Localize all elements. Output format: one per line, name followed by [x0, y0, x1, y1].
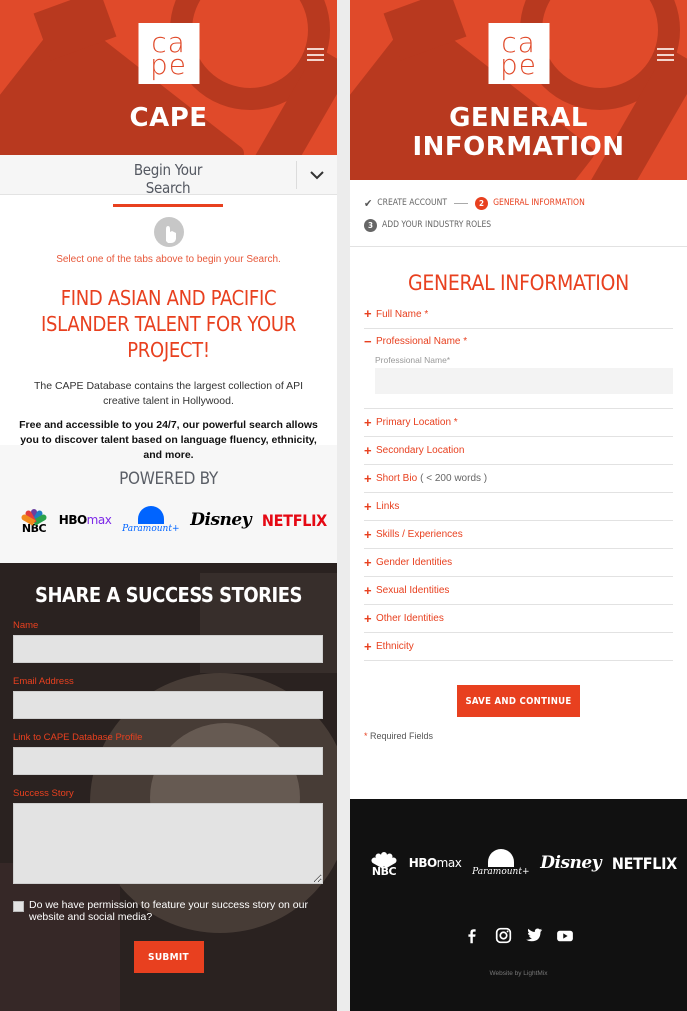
required-fields-note: * Required Fields [364, 731, 434, 741]
profile-link-label: Link to CAPE Database Profile [13, 732, 143, 743]
search-tab-bar: Begin Your Search [0, 155, 337, 207]
permission-row: Do we have permission to feature your su… [13, 899, 324, 923]
cape-logo[interactable]: ca pe [488, 23, 549, 84]
website-credit[interactable]: Website by LightMix [350, 970, 687, 977]
partner-logos: NBC HBOmax Paramount+ Disney NETFLIX [0, 503, 337, 537]
plus-icon: + [364, 306, 372, 321]
hbo-max-logo: HBOmax [408, 856, 462, 870]
success-stories-heading: SHARE A SUCCESS STORIES [35, 583, 302, 607]
hamburger-menu-icon[interactable] [307, 48, 324, 61]
hero-title: GENERAL INFORMATION [412, 103, 625, 162]
pointing-hand-icon [153, 217, 184, 247]
plus-icon: + [364, 554, 372, 570]
name-label: Name [13, 620, 39, 631]
success-story-textarea[interactable] [13, 803, 323, 884]
powered-by-heading: POWERED BY [119, 469, 218, 489]
accordion-full-name[interactable]: + Full Name * [364, 306, 673, 329]
step-add-industry-roles[interactable]: ADD YOUR INDUSTRY ROLES [382, 220, 491, 230]
tab-begin-your-search[interactable]: Begin Your Search [113, 161, 223, 207]
professional-name-label: Professional Name* [375, 355, 451, 365]
permission-label: Do we have permission to feature your su… [29, 899, 308, 923]
accordion-short-bio[interactable]: + Short Bio ( < 200 words ) [364, 465, 673, 493]
facebook-icon[interactable] [463, 926, 482, 945]
accordion-other-identities[interactable]: + Other Identities [364, 605, 673, 633]
step-general-information[interactable]: GENERAL INFORMATION [493, 198, 585, 208]
plus-icon: + [364, 638, 372, 654]
site-footer: NBC HBOmax Paramount+ Disney NETFLIX Web… [350, 799, 687, 1011]
accordion-ethnicity[interactable]: + Ethnicity [364, 633, 673, 661]
hero-title: CAPE [129, 103, 208, 133]
search-hint: Select one of the tabs above to begin yo… [56, 254, 281, 265]
find-talent-headline: FIND ASIAN AND PACIFIC ISLANDER TALENT F… [41, 286, 296, 362]
disney-logo: Disney [540, 853, 602, 873]
step-number-badge: 2 [475, 196, 489, 210]
success-story-label: Success Story [13, 788, 74, 799]
accordion-gender-identities[interactable]: + Gender Identities [364, 549, 673, 577]
plus-icon: + [364, 526, 372, 542]
email-label: Email Address [13, 676, 74, 687]
professional-name-input[interactable] [375, 368, 673, 394]
instagram-icon[interactable] [494, 926, 513, 945]
cape-logo[interactable]: ca pe [138, 23, 199, 84]
plus-icon: + [364, 414, 372, 430]
footer-partner-logos: NBC HBOmax Paramount+ Disney NETFLIX [350, 846, 687, 880]
step-connector [454, 202, 469, 204]
accordion-professional-name: − Professional Name * Professional Name* [364, 329, 673, 409]
chevron-down-icon[interactable] [308, 166, 326, 184]
nbc-logo: NBC [370, 850, 398, 877]
permission-checkbox[interactable] [13, 901, 24, 912]
twitter-icon[interactable] [525, 926, 544, 945]
accordion-skills-experiences[interactable]: + Skills / Experiences [364, 521, 673, 549]
divider [296, 161, 297, 189]
submit-button[interactable]: SUBMIT [133, 941, 204, 973]
section-title: GENERAL INFORMATION [408, 271, 629, 295]
save-and-continue-button[interactable]: SAVE AND CONTINUE [457, 685, 580, 717]
accordion-primary-location[interactable]: + Primary Location * [364, 409, 673, 437]
plus-icon: + [364, 442, 372, 458]
logo-line-2: pe [150, 47, 187, 81]
email-input[interactable] [13, 691, 323, 719]
accordion-sexual-identities[interactable]: + Sexual Identities [364, 577, 673, 605]
social-links [350, 926, 687, 945]
accordion-links[interactable]: + Links [364, 493, 673, 521]
search-page-panel: ca pe CAPE Begin Your Search Select one … [0, 0, 337, 1011]
plus-icon: + [364, 470, 372, 486]
hamburger-menu-icon[interactable] [657, 48, 674, 61]
accordion-professional-name-header[interactable]: − Professional Name * [364, 333, 673, 349]
checkmark-icon: ✔ [364, 196, 373, 210]
nbc-logo: NBC [20, 507, 48, 534]
plus-icon: + [364, 610, 372, 626]
general-info-accordion: + Full Name * − Professional Name * Prof… [364, 306, 673, 661]
hbo-max-logo: HBOmax [58, 513, 112, 527]
hero-banner: ca pe GENERAL INFORMATION [350, 0, 687, 180]
paramount-plus-logo: Paramount+ [122, 506, 180, 534]
database-description: The CAPE Database contains the largest c… [33, 380, 304, 407]
step-number-badge: 3 [364, 218, 377, 232]
logo-line-2: pe [500, 47, 537, 81]
intro-section: Select one of the tabs above to begin yo… [0, 195, 337, 461]
accordion-secondary-location[interactable]: + Secondary Location [364, 437, 673, 465]
success-stories-section: SHARE A SUCCESS STORIES Name Email Addre… [0, 563, 337, 1011]
general-info-page-panel: ca pe GENERAL INFORMATION ✔ CREATE ACCOU… [350, 0, 687, 1011]
progress-steps: ✔ CREATE ACCOUNT 2 GENERAL INFORMATION 3… [350, 180, 687, 247]
name-input[interactable] [13, 635, 323, 663]
hero-banner: ca pe CAPE [0, 0, 337, 155]
profile-link-input[interactable] [13, 747, 323, 775]
youtube-icon[interactable] [556, 926, 575, 945]
paramount-plus-logo: Paramount+ [472, 849, 530, 877]
plus-icon: + [364, 582, 372, 598]
step-create-account[interactable]: CREATE ACCOUNT [377, 198, 447, 208]
netflix-logo: NETFLIX [261, 510, 327, 530]
plus-icon: + [364, 498, 372, 514]
minus-icon: − [364, 333, 372, 349]
disney-logo: Disney [190, 510, 252, 530]
netflix-logo: NETFLIX [611, 853, 677, 873]
